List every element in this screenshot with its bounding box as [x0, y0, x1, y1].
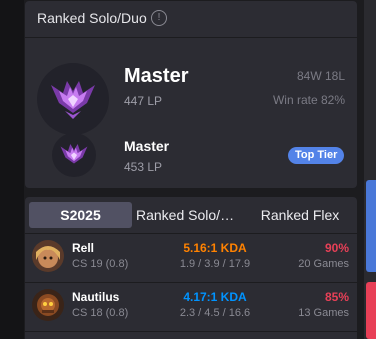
games-played: 13 Games [298, 307, 349, 319]
champion-win-rate: 85% [324, 290, 349, 304]
current-tier: Master [124, 65, 189, 87]
win-indicator-bar [366, 180, 376, 272]
ranked-solo-card: Ranked Solo/Duo ! Master 447 LP 84W 18L … [25, 1, 357, 188]
games-played: 20 Games [298, 258, 349, 270]
card-header: Ranked Solo/Duo ! [25, 1, 357, 38]
top-tier-badge: Top Tier [288, 147, 345, 164]
tab-ranked-flex[interactable]: Ranked Flex [251, 202, 349, 228]
peak-emblem-icon [52, 133, 96, 177]
kda-ratio: 5.16:1 KDA [183, 241, 247, 255]
nautilus-portrait-icon [32, 289, 64, 321]
champion-row[interactable]: Rell CS 19 (0.8) 5.16:1 KDA 1.9 / 3.9 / … [25, 234, 357, 283]
left-panel-edge [0, 0, 24, 339]
win-rate: Win rate 82% [272, 93, 345, 107]
peak-tier: Master [124, 138, 170, 154]
champion-name: Rell [72, 241, 95, 255]
info-icon[interactable]: ! [151, 10, 167, 26]
loss-indicator-bar [366, 282, 376, 339]
champion-win-rate: 90% [324, 241, 349, 255]
kda-detail: 1.9 / 3.9 / 17.9 [179, 258, 251, 270]
current-lp: 447 LP [124, 94, 163, 108]
tab-ranked-solo[interactable]: Ranked Solo/D… [136, 202, 242, 228]
master-emblem-icon [37, 63, 109, 135]
champion-name: Nautilus [72, 290, 120, 304]
creep-score: CS 19 (0.8) [72, 258, 129, 270]
kda-detail: 2.3 / 4.5 / 16.6 [179, 307, 251, 319]
champion-stats-card: S2025 Ranked Solo/D… Ranked Flex Rell CS… [25, 197, 357, 339]
rell-portrait-icon [32, 240, 64, 272]
card-title: Ranked Solo/Duo [37, 10, 147, 26]
champion-row[interactable]: Nautilus CS 18 (0.8) 4.17:1 KDA 2.3 / 4.… [25, 283, 357, 332]
kda-ratio: 4.17:1 KDA [183, 290, 247, 304]
tab-season[interactable]: S2025 [29, 202, 132, 228]
win-loss-record: 84W 18L [296, 69, 345, 83]
peak-lp: 453 LP [124, 160, 163, 174]
queue-tabs: S2025 Ranked Solo/D… Ranked Flex [25, 197, 357, 234]
creep-score: CS 18 (0.8) [72, 307, 129, 319]
